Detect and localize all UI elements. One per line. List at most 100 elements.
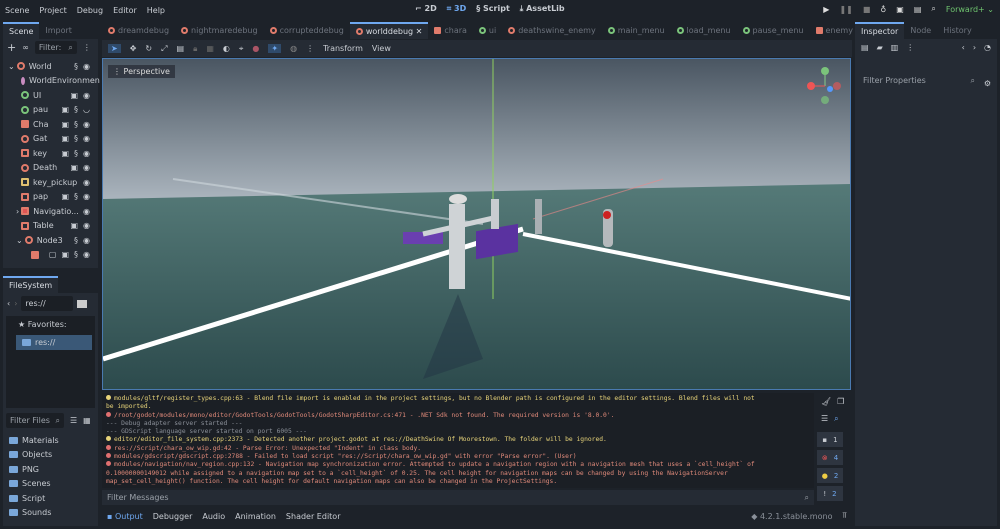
menu-project[interactable]: Project: [34, 6, 71, 15]
visibility-icon[interactable]: ◉: [83, 134, 90, 143]
favorites-item[interactable]: ★ Favorites:: [6, 320, 95, 333]
menu-editor[interactable]: Editor: [108, 6, 142, 15]
tree-node[interactable]: Gat ▣ § ◉: [3, 132, 98, 147]
menu-help[interactable]: Help: [142, 6, 170, 15]
mode-script[interactable]: § Script: [476, 4, 510, 14]
scene-tab[interactable]: dreamdebug: [102, 22, 175, 39]
stop-icon[interactable]: ■: [863, 5, 871, 14]
play-custom-icon[interactable]: ▤: [914, 5, 922, 14]
gizmo-y[interactable]: [821, 67, 829, 75]
script-icon[interactable]: §: [74, 62, 78, 71]
history-back-icon[interactable]: ‹: [962, 43, 965, 52]
scene-instance-icon[interactable]: ▣: [61, 120, 69, 129]
gizmo-neg-x[interactable]: [833, 82, 841, 90]
tab-scene[interactable]: Scene: [3, 22, 40, 39]
tree-node[interactable]: UI ▣ ◉: [3, 88, 98, 103]
path-field[interactable]: res://: [21, 296, 74, 311]
collapse-icon[interactable]: ☰: [821, 414, 828, 424]
script-icon[interactable]: §: [74, 250, 78, 259]
more-icon[interactable]: ⋮: [906, 43, 914, 52]
scene-tab[interactable]: ui: [473, 22, 502, 39]
visibility-icon[interactable]: ◉: [83, 91, 90, 100]
visibility-icon[interactable]: ◉: [83, 163, 90, 172]
close-icon[interactable]: ✕: [416, 27, 423, 36]
filter-messages-input[interactable]: Filter Messages ⌕: [102, 490, 814, 505]
open-resource-icon[interactable]: ▰: [877, 43, 883, 52]
scene-tab[interactable]: load_menu: [671, 22, 737, 39]
filter-files-input[interactable]: Filter Files ⌕: [6, 413, 64, 428]
visibility-icon[interactable]: ◉: [83, 149, 90, 158]
more-icon[interactable]: ⋮: [83, 43, 91, 52]
scene-tab[interactable]: main_menu: [602, 22, 671, 39]
script-icon[interactable]: §: [74, 236, 78, 245]
mode-2d[interactable]: ⌐ 2D: [415, 4, 437, 14]
local-space-icon[interactable]: ◐: [223, 44, 230, 53]
tab-import[interactable]: Import: [39, 22, 78, 39]
visibility-icon[interactable]: ◉: [83, 207, 90, 216]
tree-node[interactable]: pau ▣ § ◡: [3, 103, 98, 118]
scene-instance-icon[interactable]: ▣: [61, 250, 69, 259]
tab-animation[interactable]: Animation: [235, 512, 276, 521]
tree-node[interactable]: WorldEnvironmen: [3, 74, 100, 89]
link-icon[interactable]: ∞: [22, 43, 29, 52]
tree-node[interactable]: Cha ▣ § ◉: [3, 117, 98, 132]
forward-icon[interactable]: ›: [14, 299, 17, 308]
back-icon[interactable]: ‹: [7, 299, 10, 308]
filter-messages-toggle[interactable]: ▪ 1: [817, 432, 843, 447]
globe-icon[interactable]: ◍: [290, 44, 297, 53]
scene-tab[interactable]: chara: [428, 22, 473, 39]
filter-errors-toggle[interactable]: ⊗ 4: [817, 450, 843, 465]
folder-item[interactable]: Scenes: [3, 477, 98, 492]
visibility-icon[interactable]: ◉: [83, 178, 90, 187]
visibility-icon[interactable]: ◉: [83, 236, 90, 245]
filter-properties-input[interactable]: Filter Properties ⌕: [859, 73, 979, 88]
view-menu[interactable]: View: [372, 44, 391, 53]
save-resource-icon[interactable]: ▥: [891, 43, 899, 52]
object-history-icon[interactable]: ◔: [984, 43, 991, 52]
tab-shader-editor[interactable]: Shader Editor: [286, 512, 341, 521]
script-icon[interactable]: §: [74, 192, 78, 201]
filter-editor-toggle[interactable]: ! 2: [817, 486, 843, 501]
scene-tab[interactable]: deathswine_enemy: [502, 22, 601, 39]
search-toggle-icon[interactable]: ⌕: [834, 414, 838, 424]
menu-debug[interactable]: Debug: [72, 6, 108, 15]
mode-3d[interactable]: ⌗ 3D: [447, 4, 467, 14]
mode-assetlib[interactable]: ⤓ AssetLib: [520, 4, 565, 14]
history-forward-icon[interactable]: ›: [973, 43, 976, 52]
visibility-icon[interactable]: ◉: [83, 62, 90, 71]
scene-filter-input[interactable]: Filter: ⌕: [34, 41, 77, 54]
remote-debug-icon[interactable]: ♁: [880, 5, 886, 14]
tree-node[interactable]: Death ▣ ◉: [3, 161, 98, 176]
gizmo-x[interactable]: [807, 82, 815, 90]
scene-instance-icon[interactable]: ▣: [61, 105, 69, 114]
property-options-icon[interactable]: ⚙: [984, 79, 991, 88]
environment-preview-icon[interactable]: ✦: [268, 44, 282, 53]
scene-instance-icon[interactable]: ▣: [70, 221, 78, 230]
tab-history[interactable]: History: [937, 22, 977, 39]
filter-warnings-toggle[interactable]: ● 2: [817, 468, 843, 483]
visibility-icon[interactable]: ◉: [83, 250, 90, 259]
script-icon[interactable]: §: [74, 120, 78, 129]
new-resource-icon[interactable]: ▤: [861, 43, 869, 52]
copy-icon[interactable]: ❐: [837, 397, 844, 406]
grid-view-icon[interactable]: ▦: [83, 416, 91, 425]
folder-res-root[interactable]: res://: [16, 335, 92, 350]
visibility-hidden-icon[interactable]: ◡: [83, 105, 90, 114]
scene-instance-icon[interactable]: ▣: [70, 163, 78, 172]
split-mode-icon[interactable]: [77, 299, 88, 308]
tree-node-world[interactable]: ⌄ World § ◉: [3, 59, 98, 74]
play-scene-icon[interactable]: ▣: [896, 5, 904, 14]
script-icon[interactable]: §: [74, 105, 78, 114]
renderer-select[interactable]: Forward+ ⌄: [946, 5, 994, 14]
folder-item[interactable]: PNG: [3, 462, 98, 477]
tree-node[interactable]: ⌄ Node3 § ◉: [3, 233, 98, 248]
tab-filesystem[interactable]: FileSystem: [3, 276, 59, 293]
scale-tool-icon[interactable]: ⤢: [161, 44, 167, 54]
tree-node[interactable]: pap ▣ § ◉: [3, 190, 98, 205]
visibility-icon[interactable]: ◉: [83, 221, 90, 230]
visibility-icon[interactable]: ◉: [83, 192, 90, 201]
play-icon[interactable]: ▶: [823, 5, 829, 14]
snap-icon[interactable]: ⌖: [239, 44, 244, 54]
visibility-icon[interactable]: ◉: [83, 120, 90, 129]
scene-tab[interactable]: nightmaredebug: [175, 22, 264, 39]
